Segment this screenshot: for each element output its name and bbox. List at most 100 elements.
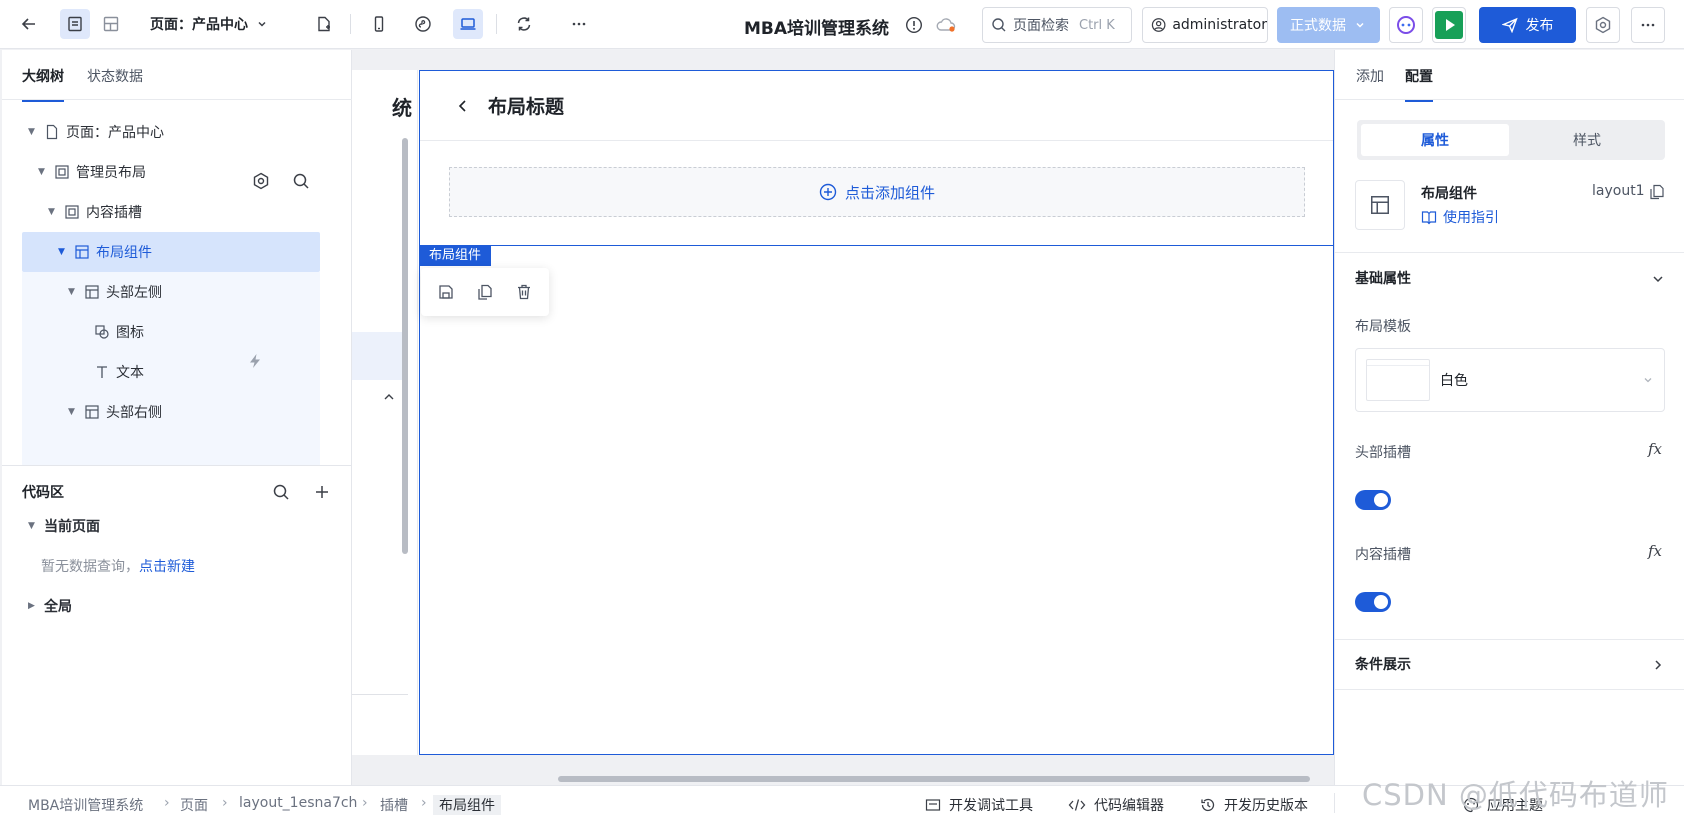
page-selector[interactable]: 页面：产品中心	[150, 14, 268, 34]
settings-icon	[1595, 16, 1611, 34]
mobile-preview-icon[interactable]	[364, 9, 394, 39]
code-icon	[1068, 799, 1086, 811]
layout-template-select[interactable]: 白色	[1355, 348, 1665, 412]
tab-config[interactable]: 配置	[1405, 66, 1433, 102]
breadcrumb-separator: ›	[164, 795, 170, 811]
caret-down-icon[interactable]: ▼	[58, 247, 68, 257]
code-group-current-page[interactable]: ▼ 当前页面	[28, 506, 100, 546]
tool-label: 开发调试工具	[949, 798, 1033, 814]
publish-button[interactable]: 发布	[1479, 7, 1576, 43]
code-area-title: 代码区	[22, 485, 64, 501]
page-file-icon	[46, 124, 58, 140]
layout-view-icon[interactable]	[96, 9, 126, 39]
tab-state-data[interactable]: 状态数据	[87, 66, 143, 86]
settings-button[interactable]	[1586, 7, 1620, 43]
shapes-icon	[95, 325, 109, 339]
tree-node-admin-layout[interactable]: ▼ 管理员布局	[38, 152, 318, 192]
caret-down-icon[interactable]: ▼	[68, 287, 78, 297]
caret-down-icon[interactable]: ▼	[28, 521, 38, 531]
save-icon[interactable]	[437, 283, 455, 301]
chevron-right-icon[interactable]	[1651, 658, 1665, 672]
chevron-left-icon[interactable]	[456, 99, 470, 113]
caret-down-icon[interactable]: ▼	[38, 167, 48, 177]
left-panel-tabs: 大纲树 状态数据	[2, 50, 352, 102]
new-page-icon[interactable]	[309, 9, 339, 39]
layout-title: 布局标题	[488, 96, 565, 118]
user-menu-button[interactable]: administrator	[1142, 7, 1268, 43]
add-component-placeholder[interactable]: 点击添加组件	[449, 167, 1305, 217]
tree-node-layout-component[interactable]: ▼ 布局组件	[58, 232, 318, 272]
more-options-icon[interactable]	[564, 9, 594, 39]
layout-template-label: 布局模板	[1355, 319, 1411, 335]
breadcrumb-item[interactable]: layout_1esna7ch	[239, 795, 357, 811]
horizontal-scrollbar[interactable]	[558, 776, 1310, 782]
tree-node-page[interactable]: ▼ 页面：产品中心	[28, 112, 328, 152]
page-search-input[interactable]: 页面检索 Ctrl K	[982, 7, 1132, 43]
header-slot-toggle[interactable]	[1355, 490, 1391, 510]
props-style-switch: 属性 样式	[1357, 120, 1665, 160]
text-icon	[97, 366, 107, 378]
info-icon[interactable]	[905, 16, 923, 34]
app-title: MBA培训管理系统	[744, 19, 890, 39]
segment-style[interactable]: 样式	[1513, 124, 1661, 156]
dev-debug-tools-button[interactable]: 开发调试工具	[925, 795, 1033, 815]
more-menu-button[interactable]	[1631, 7, 1665, 43]
tree-node-header-left[interactable]: ▼ 头部左侧	[68, 272, 318, 312]
breadcrumb-item[interactable]: 插槽	[380, 795, 408, 815]
code-editor-button[interactable]: 代码编辑器	[1068, 795, 1164, 815]
code-search-icon[interactable]	[272, 483, 290, 501]
ai-assistant-button[interactable]	[1389, 7, 1423, 43]
segment-properties[interactable]: 属性	[1361, 124, 1509, 156]
tab-outline-tree[interactable]: 大纲树	[22, 66, 64, 102]
dev-history-button[interactable]: 开发历史版本	[1200, 795, 1308, 815]
play-icon	[1435, 11, 1463, 39]
copy-icon[interactable]	[476, 283, 494, 301]
refresh-icon[interactable]	[509, 9, 539, 39]
chevron-down-icon	[258, 21, 266, 27]
create-query-link[interactable]: 点击新建	[139, 559, 195, 575]
page-selector-label: 页面：产品中心	[150, 17, 248, 33]
run-preview-button[interactable]	[1432, 7, 1466, 43]
fx-expression-icon[interactable]: fx	[1648, 440, 1662, 458]
layout-component-preview[interactable]: 布局标题 点击添加组件	[419, 70, 1334, 755]
tab-add[interactable]: 添加	[1356, 66, 1384, 86]
caret-down-icon[interactable]: ▼	[68, 407, 78, 417]
vertical-scrollbar[interactable]	[402, 138, 408, 554]
layout-icon	[85, 405, 99, 419]
chevron-down-icon[interactable]	[1651, 272, 1665, 286]
content-slot-toggle[interactable]	[1355, 592, 1391, 612]
component-thumbnail	[1355, 180, 1405, 230]
page-view-icon[interactable]	[60, 9, 90, 39]
add-query-icon[interactable]	[313, 483, 331, 501]
breadcrumb-current[interactable]: 布局组件	[433, 795, 501, 815]
miniprogram-icon[interactable]	[408, 9, 438, 39]
fx-expression-icon[interactable]: fx	[1648, 542, 1662, 560]
environment-select[interactable]: 正式数据	[1277, 7, 1380, 43]
code-group-label: 当前页面	[44, 519, 100, 535]
delete-icon[interactable]	[515, 283, 533, 301]
publish-label: 发布	[1525, 18, 1554, 34]
code-group-global[interactable]: ▶ 全局	[28, 586, 72, 626]
template-preview-thumb	[1366, 359, 1430, 401]
tree-node-header-right[interactable]: ▼ 头部右侧	[68, 392, 318, 432]
fx-label: fx	[1647, 440, 1662, 458]
ai-assistant-icon	[1397, 16, 1415, 34]
tree-node-text[interactable]: 文本	[94, 352, 294, 392]
layout-icon	[75, 245, 89, 259]
back-arrow-icon[interactable]	[14, 9, 44, 39]
usage-guide-link[interactable]: 使用指引	[1421, 207, 1499, 227]
selection-tag: 布局组件	[419, 246, 492, 266]
conditional-display-heading[interactable]: 条件展示	[1355, 654, 1411, 674]
caret-down-icon[interactable]: ▼	[48, 207, 58, 217]
tree-node-icon[interactable]: 图标	[94, 312, 294, 352]
desktop-preview-icon[interactable]	[453, 9, 483, 39]
chevron-up-icon[interactable]	[382, 390, 396, 404]
cloud-sync-icon[interactable]	[935, 16, 957, 34]
breadcrumb-item[interactable]: 页面	[180, 795, 208, 815]
tree-node-label: 页面：产品中心	[66, 125, 164, 141]
breadcrumb-item[interactable]: MBA培训管理系统	[28, 795, 143, 815]
caret-right-icon[interactable]: ▶	[28, 601, 38, 611]
copy-id-icon[interactable]	[1649, 184, 1665, 200]
tree-node-content-slot[interactable]: ▼ 内容插槽	[48, 192, 318, 232]
caret-down-icon[interactable]: ▼	[28, 127, 38, 137]
